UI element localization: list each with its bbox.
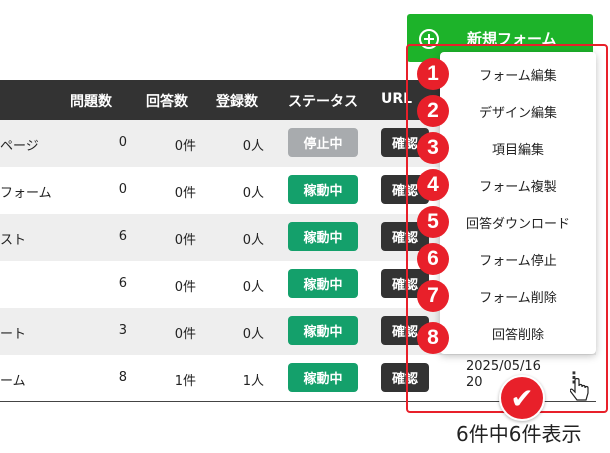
header-questions: 問題数	[70, 94, 112, 110]
registration-count: 0人	[242, 139, 264, 154]
question-count: 0	[118, 182, 127, 197]
status-badge[interactable]: 稼動中	[288, 269, 358, 298]
answer-count: 0件	[174, 139, 196, 154]
header-registrations: 登録数	[216, 94, 258, 110]
question-count: 6	[118, 276, 127, 291]
registration-count: 0人	[242, 186, 264, 201]
form-name[interactable]: フォーム	[0, 182, 52, 201]
form-name[interactable]: ページ	[0, 135, 39, 154]
status-badge[interactable]: 稼動中	[288, 175, 358, 204]
form-name[interactable]: スト	[0, 229, 26, 248]
form-name[interactable]: ート	[0, 323, 26, 342]
question-count: 0	[118, 135, 127, 150]
header-status: ステータス	[288, 94, 358, 110]
result-count: 6件中6件表示	[456, 422, 582, 446]
status-badge[interactable]: 稼動中	[288, 222, 358, 251]
registration-count: 0人	[242, 280, 264, 295]
answer-count: 0件	[174, 233, 196, 248]
status-badge[interactable]: 稼動中	[288, 316, 358, 345]
header-answers: 回答数	[146, 94, 188, 110]
registration-count: 1人	[242, 374, 264, 389]
answer-count: 1件	[174, 374, 196, 389]
answer-count: 0件	[174, 280, 196, 295]
question-count: 8	[118, 370, 127, 385]
question-count: 3	[118, 323, 127, 338]
registration-count: 0人	[242, 233, 264, 248]
answer-count: 0件	[174, 327, 196, 342]
question-count: 6	[118, 229, 127, 244]
status-badge[interactable]: 停止中	[288, 128, 358, 157]
highlight-frame	[406, 44, 608, 413]
form-name[interactable]: ーム	[0, 370, 26, 389]
check-icon: ✔	[499, 375, 545, 421]
status-badge[interactable]: 稼動中	[288, 363, 358, 392]
registration-count: 0人	[242, 327, 264, 342]
answer-count: 0件	[174, 186, 196, 201]
